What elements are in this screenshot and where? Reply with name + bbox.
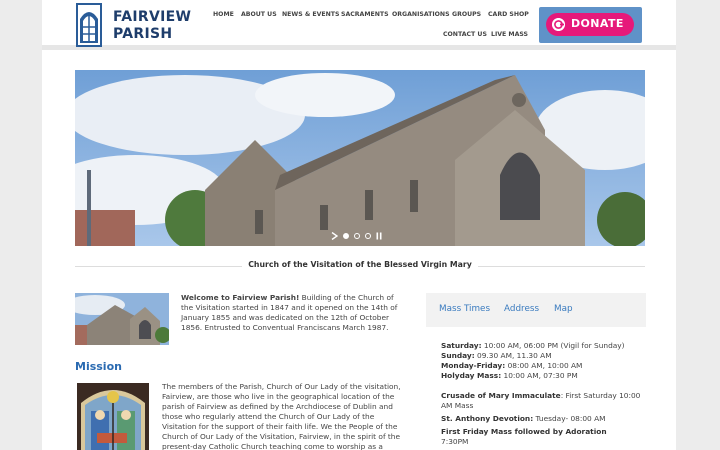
donate-pill[interactable]: DONATE	[546, 13, 634, 36]
sunday-label: Sunday:	[441, 351, 475, 360]
mass-times-panel: Saturday: 10:00 AM, 06:00 PM (Vigil for …	[441, 341, 651, 447]
slider-play-icon[interactable]	[331, 232, 338, 240]
slider-dots	[331, 231, 382, 241]
site-header: FAIRVIEW PARISH HOME ABOUT US NEWS & EVE…	[42, 0, 676, 50]
first-friday-value: 7:30PM	[441, 437, 469, 446]
church-window-logo-icon[interactable]	[76, 3, 102, 47]
tab-mass-times[interactable]: Mass Times	[439, 304, 490, 314]
first-friday-label: First Friday Mass followed by Adoration	[441, 427, 651, 437]
tab-address[interactable]: Address	[504, 304, 539, 314]
hero-caption: Church of the Visitation of the Blessed …	[75, 260, 645, 269]
site-logo-text[interactable]: FAIRVIEW PARISH	[113, 9, 191, 43]
donate-logo-icon	[552, 18, 565, 31]
slider-dot-1[interactable]	[343, 233, 349, 239]
logo-line-1: FAIRVIEW	[113, 9, 192, 25]
holyday-label: Holyday Mass:	[441, 371, 502, 380]
anthony-label: St. Anthony Devotion:	[441, 414, 534, 423]
stained-glass-image	[77, 383, 149, 450]
slider-dot-3[interactable]	[365, 233, 371, 239]
crusade-label: Crusade of Mary Immaculate	[441, 391, 561, 400]
slider-pause-icon[interactable]	[376, 232, 382, 240]
crusade-times: Crusade of Mary Immaculate: First Saturd…	[441, 391, 651, 411]
donate-button[interactable]: DONATE	[539, 7, 642, 43]
page: FAIRVIEW PARISH HOME ABOUT US NEWS & EVE…	[42, 0, 676, 450]
holyday-times: Holyday Mass: 10:00 AM, 07:30 PM	[441, 371, 651, 381]
weekday-label: Monday-Friday:	[441, 361, 506, 370]
church-photo	[75, 70, 645, 246]
welcome-paragraph: Welcome to Fairview Parish! Building of …	[181, 293, 403, 333]
logo-line-2: PARISH	[113, 26, 173, 42]
donate-label: DONATE	[571, 17, 624, 30]
sunday-value: 09.30 AM, 11.30 AM	[474, 351, 552, 360]
nav-organisations[interactable]: ORGANISATIONS	[392, 11, 450, 18]
nav-home[interactable]: HOME	[213, 11, 234, 18]
saturday-label: Saturday:	[441, 341, 482, 350]
sunday-times: Sunday: 09.30 AM, 11.30 AM	[441, 351, 651, 361]
nav-news-events[interactable]: NEWS & EVENTS	[282, 11, 340, 18]
mission-paragraph: The members of the Parish, Church of Our…	[162, 382, 401, 450]
saturday-value: 10:00 AM, 06:00 PM (Vigil for Sunday)	[481, 341, 625, 350]
holyday-value: 10:00 AM, 07:30 PM	[501, 371, 578, 380]
weekday-value: 08:00 AM, 10:00 AM	[505, 361, 583, 370]
anthony-value: Tuesday- 08:00 AM	[533, 414, 606, 423]
mission-heading: Mission	[75, 360, 122, 373]
welcome-lead: Welcome to Fairview Parish!	[181, 293, 300, 302]
nav-live-mass[interactable]: LIVE MASS	[491, 31, 528, 38]
nav-card-shop[interactable]: CARD SHOP	[488, 11, 529, 18]
anthony-times: St. Anthony Devotion: Tuesday- 08:00 AM	[441, 414, 651, 424]
nav-contact-us[interactable]: CONTACT US	[443, 31, 487, 38]
nav-about-us[interactable]: ABOUT US	[241, 11, 277, 18]
church-thumbnail	[75, 293, 169, 345]
nav-sacraments[interactable]: SACRAMENTS	[341, 11, 389, 18]
hero-slider[interactable]	[75, 70, 645, 246]
saturday-times: Saturday: 10:00 AM, 06:00 PM (Vigil for …	[441, 341, 651, 351]
first-friday-heading: First Friday Mass followed by Adoration	[441, 427, 607, 436]
tab-map[interactable]: Map	[554, 304, 573, 314]
slider-dot-2[interactable]	[354, 233, 360, 239]
hero-caption-text: Church of the Visitation of the Blessed …	[242, 260, 478, 269]
info-tabs: Mass Times Address Map	[426, 293, 646, 327]
weekday-times: Monday-Friday: 08:00 AM, 10:00 AM	[441, 361, 651, 371]
nav-groups[interactable]: GROUPS	[452, 11, 481, 18]
